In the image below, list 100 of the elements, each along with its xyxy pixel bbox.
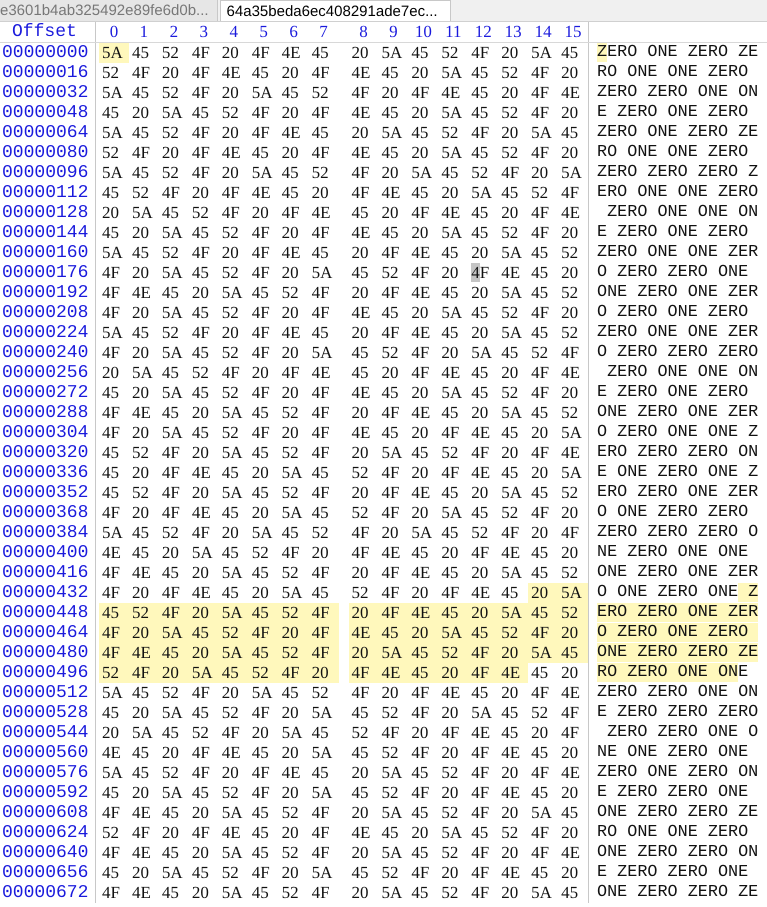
hex-byte[interactable]: 45 xyxy=(218,583,249,603)
hex-byte[interactable]: 45 xyxy=(308,243,338,263)
hex-byte[interactable]: 4F xyxy=(528,203,558,223)
hex-byte[interactable]: 5A xyxy=(438,823,468,843)
hex-byte[interactable]: 20 xyxy=(468,243,498,263)
hex-byte[interactable]: 20 xyxy=(438,703,468,723)
hex-byte[interactable]: 52 xyxy=(498,383,528,403)
hex-byte[interactable]: 4F xyxy=(308,283,338,303)
hex-byte[interactable]: 4F xyxy=(468,263,498,283)
hex-byte[interactable]: 4F xyxy=(308,103,338,123)
hex-byte[interactable]: 5A xyxy=(378,643,408,663)
hex-byte[interactable]: 4F xyxy=(248,783,279,803)
hex-byte[interactable]: 45 xyxy=(218,663,249,683)
hex-byte[interactable]: 4F xyxy=(278,203,309,223)
hex-byte[interactable]: 45 xyxy=(498,723,528,743)
hex-byte[interactable]: 20 xyxy=(218,323,249,343)
hex-byte[interactable]: 20 xyxy=(498,683,528,703)
hex-byte[interactable]: 4F xyxy=(438,423,468,443)
hex-byte[interactable]: 5A xyxy=(278,723,309,743)
hex-byte[interactable]: 5A xyxy=(378,803,408,823)
hex-byte[interactable]: 4F xyxy=(468,843,498,863)
hex-byte[interactable]: 4F xyxy=(438,463,468,483)
hex-byte[interactable]: 45 xyxy=(528,263,558,283)
hex-byte[interactable]: 20 xyxy=(438,263,468,283)
hex-byte[interactable]: 4F xyxy=(528,443,558,463)
hex-byte[interactable]: 45 xyxy=(128,323,159,343)
hex-byte[interactable]: 5A xyxy=(218,403,249,423)
hex-byte[interactable]: 4F xyxy=(188,523,219,543)
hex-byte[interactable]: 4F xyxy=(308,483,338,503)
hex-byte[interactable]: 45 xyxy=(528,543,558,563)
hex-byte[interactable]: 4F xyxy=(408,743,438,763)
hex-byte[interactable]: 20 xyxy=(348,403,378,423)
hex-byte[interactable]: 45 xyxy=(99,383,129,403)
hex-byte[interactable]: 45 xyxy=(468,203,498,223)
hex-byte[interactable]: 20 xyxy=(278,703,309,723)
hex-byte[interactable]: 20 xyxy=(188,283,219,303)
hex-byte[interactable]: 5A xyxy=(308,263,338,283)
hex-byte[interactable]: 45 xyxy=(99,703,129,723)
hex-byte[interactable]: 20 xyxy=(558,223,588,243)
hex-byte[interactable]: 4F xyxy=(99,503,129,523)
hex-byte[interactable]: 4F xyxy=(99,263,129,283)
hex-byte[interactable]: 5A xyxy=(438,223,468,243)
hex-byte[interactable]: 5A xyxy=(528,43,558,63)
hex-byte[interactable]: 20 xyxy=(188,563,219,583)
hex-byte[interactable]: 20 xyxy=(498,643,528,663)
hex-byte[interactable]: 45 xyxy=(128,43,159,63)
hex-byte[interactable]: 4F xyxy=(158,603,189,623)
hex-byte[interactable]: 4F xyxy=(468,643,498,663)
hex-byte[interactable]: 5A xyxy=(498,403,528,423)
hex-byte[interactable]: 52 xyxy=(438,43,468,63)
hex-byte[interactable]: 4F xyxy=(308,843,338,863)
hex-byte[interactable]: 20 xyxy=(558,783,588,803)
hex-byte[interactable]: 45 xyxy=(248,743,279,763)
hex-byte[interactable]: 4F xyxy=(468,863,498,883)
hex-byte[interactable]: 4F xyxy=(99,423,129,443)
hex-byte[interactable]: 52 xyxy=(158,83,189,103)
hex-byte[interactable]: 45 xyxy=(248,143,279,163)
hex-byte[interactable]: 20 xyxy=(158,823,189,843)
hex-byte[interactable]: 20 xyxy=(128,863,159,883)
hex-byte[interactable]: 4F xyxy=(218,203,249,223)
hex-byte[interactable]: 45 xyxy=(99,223,129,243)
hex-byte[interactable]: 52 xyxy=(558,283,588,303)
hex-byte[interactable]: 20 xyxy=(468,323,498,343)
hex-byte[interactable]: 4F xyxy=(528,223,558,243)
hex-byte[interactable]: 45 xyxy=(558,803,588,823)
hex-byte[interactable]: 4E xyxy=(438,203,468,223)
hex-byte[interactable]: 20 xyxy=(558,863,588,883)
hex-byte[interactable]: 20 xyxy=(99,203,129,223)
hex-byte[interactable]: 20 xyxy=(248,363,279,383)
hex-byte[interactable]: 4F xyxy=(348,523,378,543)
hex-byte[interactable]: 45 xyxy=(128,683,159,703)
hex-byte[interactable]: 4E xyxy=(308,203,338,223)
hex-byte[interactable]: 52 xyxy=(278,443,309,463)
hex-byte[interactable]: 52 xyxy=(218,303,249,323)
hex-byte[interactable]: 4F xyxy=(378,603,408,623)
hex-byte[interactable]: 5A xyxy=(278,503,309,523)
hex-byte[interactable]: 52 xyxy=(158,523,189,543)
hex-byte[interactable]: 5A xyxy=(218,643,249,663)
hex-byte[interactable]: 45 xyxy=(248,483,279,503)
hex-byte[interactable]: 45 xyxy=(188,703,219,723)
hex-byte[interactable]: 20 xyxy=(378,83,408,103)
hex-byte[interactable]: 45 xyxy=(348,783,378,803)
hex-byte[interactable]: 20 xyxy=(348,43,378,63)
hex-byte[interactable]: 4F xyxy=(558,723,588,743)
hex-byte[interactable]: 5A xyxy=(498,603,528,623)
hex-byte[interactable]: 52 xyxy=(218,343,249,363)
hex-byte[interactable]: 5A xyxy=(248,83,279,103)
hex-byte[interactable]: 4F xyxy=(308,883,338,903)
hex-byte[interactable]: 4E xyxy=(188,503,219,523)
hex-byte[interactable]: 45 xyxy=(348,263,378,283)
hex-byte[interactable]: 4E xyxy=(558,363,588,383)
hex-byte[interactable]: 45 xyxy=(128,163,159,183)
hex-byte[interactable]: 4F xyxy=(528,103,558,123)
hex-byte[interactable]: 4F xyxy=(248,343,279,363)
hex-byte[interactable]: 4F xyxy=(308,303,338,323)
hex-byte[interactable]: 4F xyxy=(188,323,219,343)
hex-byte[interactable]: 4F xyxy=(468,43,498,63)
hex-byte[interactable]: 20 xyxy=(99,363,129,383)
hex-byte[interactable]: 4E xyxy=(278,243,309,263)
hex-byte[interactable]: 4E xyxy=(218,823,249,843)
